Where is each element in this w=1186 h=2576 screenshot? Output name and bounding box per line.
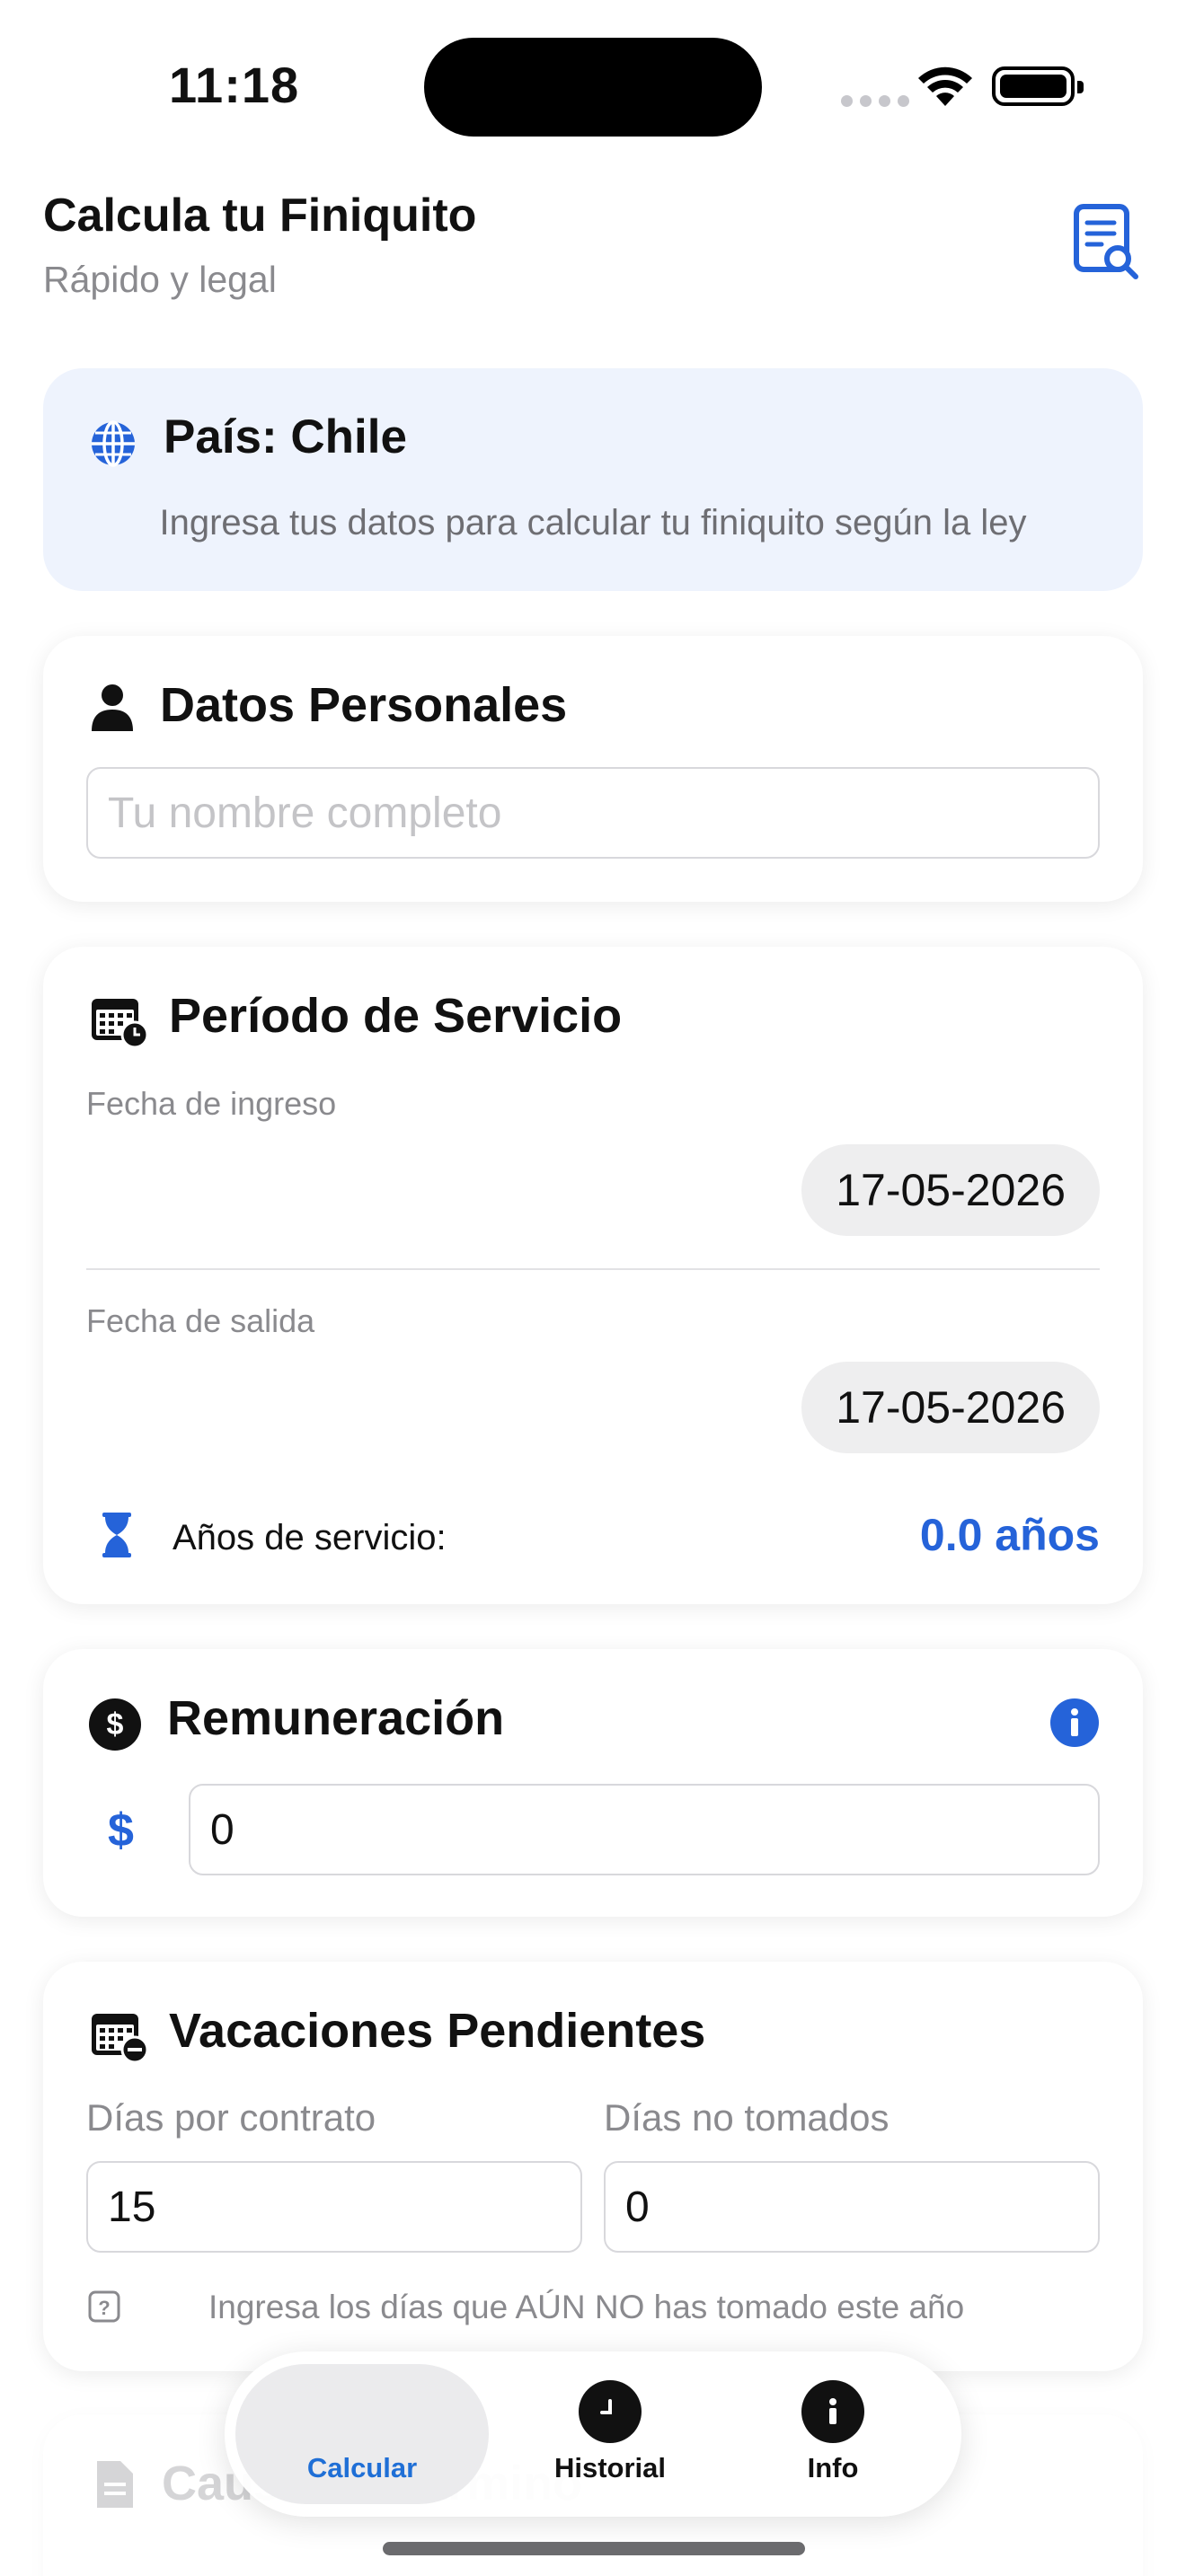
contract-days-input[interactable] [86,2161,582,2253]
salary-title: Remuneración [167,1691,505,1745]
country-card: País: Chile Ingresa tus datos para calcu… [43,368,1143,591]
tab-label: Historial [553,2452,667,2483]
dollar-circle-icon: $ [89,1698,141,1751]
document-search-icon[interactable] [1073,203,1141,280]
dynamic-island [424,38,762,137]
document-icon [97,2461,133,2508]
service-period-title: Período de Servicio [169,989,623,1043]
status-time: 11:18 [169,57,300,113]
vacations-help-text: Ingresa los días que AÚN NO has tomado e… [208,2289,965,2325]
info-icon [801,2380,864,2443]
globe-icon [92,420,135,467]
person-icon [92,684,133,731]
page-subtitle: Rápido y legal [43,259,277,300]
vacations-title: Vacaciones Pendientes [169,2004,706,2058]
untaken-days-input[interactable] [604,2161,1100,2253]
personal-data-title: Datos Personales [160,678,568,732]
tab-bar: Calcular Historial Info [225,2351,961,2517]
start-date-picker[interactable]: 17-05-2026 [801,1144,1100,1236]
years-of-service-value: 0.0 años [919,1510,1100,1560]
status-bar: 11:18 [0,0,1186,171]
service-period-card: Período de Servicio Fecha de ingreso 17-… [43,947,1143,1604]
home-indicator [383,2542,805,2555]
country-title: País: Chile [164,410,407,463]
page-title: Calcula tu Finiquito [43,190,477,242]
info-icon[interactable] [1049,1698,1100,1748]
contract-days-label: Días por contrato [86,2096,376,2139]
salary-input[interactable] [189,1784,1100,1875]
tab-label: Info [807,2452,859,2483]
vacations-card: Vacaciones Pendientes Días por contrato … [43,1962,1143,2371]
personal-data-card: Datos Personales [43,636,1143,902]
name-input[interactable] [86,767,1100,859]
start-date-label: Fecha de ingreso [86,1085,337,1122]
battery-icon [992,66,1084,106]
cellular-signal-icon [841,95,909,107]
end-date-picker[interactable]: 17-05-2026 [801,1362,1100,1453]
tab-label: Calcular [306,2452,418,2483]
question-square-icon: ? [88,2290,120,2323]
calendar-clock-icon [92,999,149,1047]
clock-icon [579,2380,642,2443]
svg-text:?: ? [98,2297,110,2319]
hourglass-icon [102,1513,131,1557]
years-of-service-label: Años de servicio: [173,1518,447,1557]
tab-info[interactable]: Info [737,2364,929,2504]
divider [86,1268,1100,1270]
calendar-minus-icon [92,2014,149,2062]
currency-symbol: $ [108,1804,134,1857]
salary-card: $ Remuneración $ [43,1649,1143,1917]
untaken-days-label: Días no tomados [604,2096,890,2139]
svg-text:$: $ [107,1707,124,1742]
tab-calcular[interactable]: Calcular [235,2364,489,2504]
wifi-icon [918,66,972,106]
end-date-label: Fecha de salida [86,1302,315,1339]
country-description: Ingresa tus datos para calcular tu finiq… [159,503,1027,543]
tab-historial[interactable]: Historial [514,2364,706,2504]
